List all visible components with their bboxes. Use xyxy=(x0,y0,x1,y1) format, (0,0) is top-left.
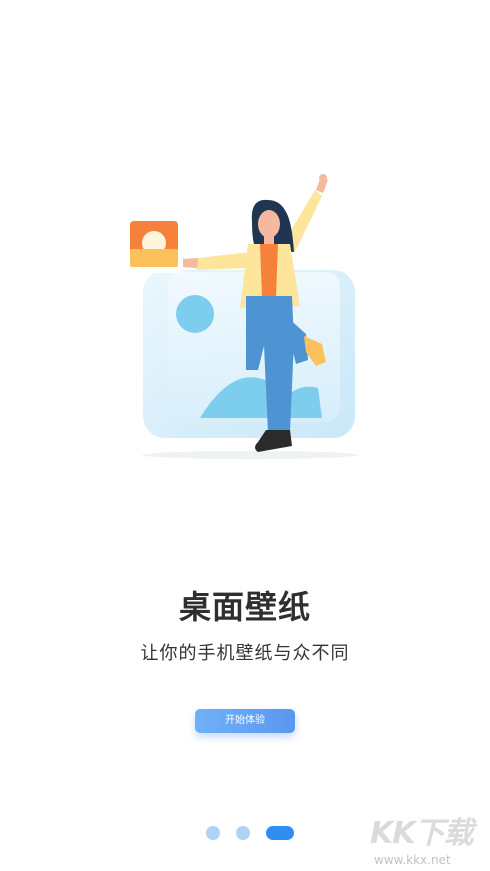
wallpaper-illustration xyxy=(124,174,358,459)
onboarding-screen: 桌面壁纸 让你的手机壁纸与众不同 开始体验 KK下载 www.kkx.net xyxy=(0,0,490,871)
site-watermark: KK下载 www.kkx.net xyxy=(360,808,480,870)
start-experience-button[interactable]: 开始体验 xyxy=(195,709,295,733)
page-dot-1[interactable] xyxy=(206,826,220,840)
page-dot-3-active[interactable] xyxy=(266,826,294,840)
watermark-logo: KK下载 xyxy=(370,816,473,851)
wallpaper-app-icon xyxy=(124,215,184,273)
ground-shadow xyxy=(142,451,358,459)
page-dot-2[interactable] xyxy=(236,826,250,840)
page-title: 桌面壁纸 xyxy=(178,588,311,626)
watermark-url: www.kkx.net xyxy=(374,853,451,867)
page-subtitle: 让你的手机壁纸与众不同 xyxy=(140,643,350,664)
